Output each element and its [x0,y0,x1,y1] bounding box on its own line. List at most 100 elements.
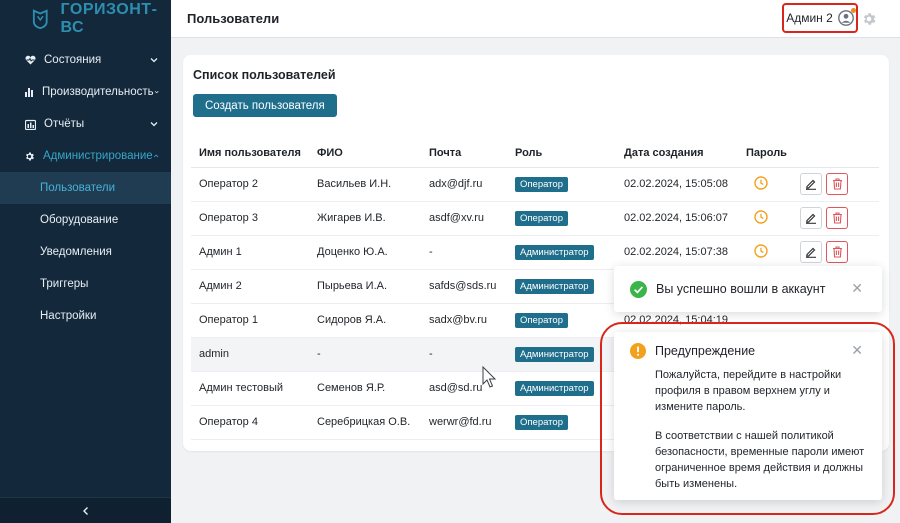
chevron-down-icon [150,122,158,127]
edit-button[interactable] [800,173,822,195]
delete-button[interactable] [826,241,848,263]
cell-role: Оператор [507,167,616,202]
logo[interactable]: ГОРИЗОНТ-ВС [0,0,171,38]
cell-fio: Семенов Я.Р. [309,371,421,406]
cell-username: Админ 1 [191,235,309,270]
cell-role: Администратор [507,269,616,304]
chevron-up-icon [153,154,159,158]
cell-username: Оператор 2 [191,167,309,202]
cell-actions [792,235,879,270]
role-badge: Администратор [515,346,594,362]
cell-role: Оператор [507,405,616,440]
column-header-password[interactable]: Пароль [738,140,792,168]
sidebar-item-label: Состояния [44,54,102,66]
mouse-cursor-icon [482,366,497,388]
card-title: Список пользователей [193,68,336,82]
role-badge: Администратор [515,244,594,260]
sidebar-subitem-label: Настройки [40,310,97,322]
cell-fio: - [309,337,421,372]
table-row[interactable]: Админ 1 Доценко Ю.А. - Администратор 02.02.2… [191,235,879,270]
cell-created: 02.02.2024, 15:07:38 [616,235,738,270]
column-header-actions [792,140,879,168]
sidebar-item-label: Отчёты [44,118,85,130]
sidebar-item-administration[interactable]: Администрирование [0,140,171,172]
table-row[interactable]: Оператор 2 Васильев И.Н. adx@djf.ru Операто… [191,167,879,202]
close-icon[interactable]: ✕ [851,280,863,297]
cell-fio: Жигарев И.В. [309,201,421,236]
sidebar-subitem-label: Оборудование [40,214,119,226]
sidebar-subitem-label: Триггеры [40,278,89,290]
sidebar-subitem-triggers[interactable]: Триггеры [0,268,171,300]
warning-toast: Предупреждение ✕ Пожалуйста, перейдите в… [614,332,882,500]
cell-role: Администратор [507,235,616,270]
user-profile-button[interactable]: Админ 2 [782,3,858,33]
pencil-icon [806,213,816,224]
user-name: Админ 2 [786,11,833,25]
delete-button[interactable] [826,207,848,229]
column-header-username[interactable]: Имя пользователя [191,140,309,168]
cell-email: adx@djf.ru [421,167,507,202]
close-icon[interactable]: ✕ [851,342,863,359]
warning-toast-body: Пожалуйста, перейдите в настройки профил… [655,369,842,413]
trash-icon [832,212,842,224]
cell-email: werwr@fd.ru [421,405,507,440]
cell-password [738,235,792,270]
sidebar-item-label: Производительность [42,86,154,98]
column-header-role[interactable]: Роль [507,140,616,168]
sidebar-item-states[interactable]: Состояния [0,44,171,76]
heart-pulse-icon [24,54,36,66]
bar-chart-icon [24,86,34,98]
sidebar-item-performance[interactable]: Производительность [0,76,171,108]
sidebar-collapse-button[interactable] [0,497,171,523]
check-circle-icon [630,280,647,298]
sidebar-item-reports[interactable]: Отчёты [0,108,171,140]
chevron-down-icon [154,90,159,94]
table-row[interactable]: Оператор 3 Жигарев И.В. asdf@xv.ru Оператор… [191,201,879,236]
cell-role: Администратор [507,337,616,372]
column-header-fio[interactable]: ФИО [309,140,421,168]
sidebar-subitem-users[interactable]: Пользователи [0,172,171,204]
cell-role: Оператор [507,303,616,338]
cell-email: safds@sds.ru [421,269,507,304]
chevron-left-icon [82,506,88,515]
sidebar-subitem-notifications[interactable]: Уведомления [0,236,171,268]
delete-button[interactable] [826,173,848,195]
report-icon [24,118,36,130]
cell-username: Оператор 1 [191,303,309,338]
edit-button[interactable] [800,207,822,229]
avatar [837,8,856,26]
cell-fio: Сидоров Я.А. [309,303,421,338]
page-title: Пользователи [187,11,280,26]
cell-username: admin [191,337,309,372]
sidebar: ГОРИЗОНТ-ВС Состояния Производительность… [0,0,171,523]
cell-username: Админ 2 [191,269,309,304]
edit-button[interactable] [800,241,822,263]
role-badge: Оператор [515,312,568,328]
clock-icon [754,209,768,224]
settings-gear-icon[interactable] [861,11,877,27]
cell-email: sadx@bv.ru [421,303,507,338]
role-badge: Оператор [515,414,568,430]
sidebar-subitem-equipment[interactable]: Оборудование [0,204,171,236]
cell-created: 02.02.2024, 15:05:08 [616,167,738,202]
role-badge: Оператор [515,210,568,226]
pencil-icon [806,179,816,190]
cell-fio: Доценко Ю.А. [309,235,421,270]
warning-circle-icon [630,343,646,359]
success-toast: Вы успешно вошли в аккаунт ✕ [614,266,882,312]
cell-username: Оператор 4 [191,405,309,440]
column-header-created[interactable]: Дата создания [616,140,738,168]
cell-email: asdf@xv.ru [421,201,507,236]
cell-role: Оператор [507,201,616,236]
create-user-button[interactable]: Создать пользователя [193,94,337,117]
cell-fio: Серебрицкая О.В. [309,405,421,440]
column-header-email[interactable]: Почта [421,140,507,168]
cell-actions [792,201,879,236]
cell-fio: Васильев И.Н. [309,167,421,202]
top-header: Пользователи Админ 2 [171,0,900,38]
sidebar-subitem-settings[interactable]: Настройки [0,300,171,332]
role-badge: Администратор [515,278,594,294]
sidebar-nav: Состояния Производительность Отчёты Адми… [0,44,171,332]
cell-role: Администратор [507,371,616,406]
sidebar-subitem-label: Пользователи [40,182,116,194]
